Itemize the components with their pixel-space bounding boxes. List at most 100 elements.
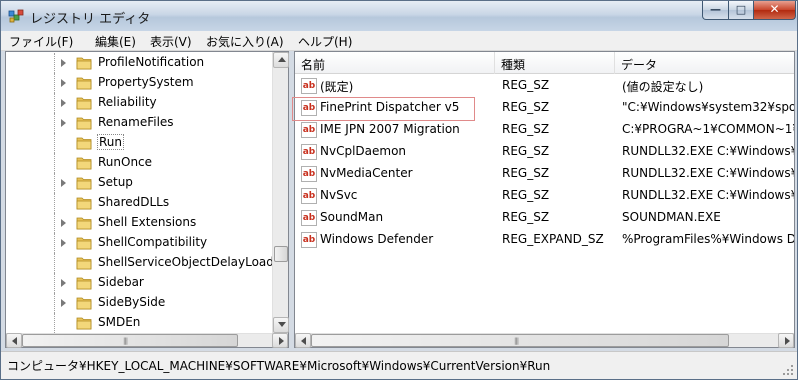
tree-item[interactable]: SMDEn	[6, 313, 272, 333]
tree-guide-line	[54, 313, 55, 333]
tree-item[interactable]: SharedDLLs	[6, 193, 272, 213]
string-value-icon: ab	[301, 122, 317, 138]
list-row[interactable]: ab Windows Defender REG_EXPAND_SZ %ProgramF…	[295, 229, 794, 251]
tree-horizontal-scroll-thumb[interactable]: |||	[22, 334, 238, 347]
list-horizontal-scrollbar[interactable]: |||	[295, 333, 794, 348]
folder-icon	[76, 177, 92, 190]
tree-item[interactable]: SideBySide	[6, 293, 272, 313]
list-row[interactable]: ab FinePrint Dispatcher v5 REG_SZ "C:¥Windo…	[292, 97, 794, 121]
value-data: (値の設定なし)	[622, 80, 704, 94]
list-row[interactable]: ab SoundMan REG_SZ SOUNDMAN.EXE	[295, 207, 794, 229]
list-scroll-right-button[interactable]	[778, 333, 794, 348]
value-name: NvCplDaemon	[320, 144, 407, 158]
maximize-icon: □	[735, 3, 747, 16]
chevron-left-icon	[12, 337, 17, 345]
key-tree-pane[interactable]: ProfileNotification PropertySystem Reliabi…	[5, 51, 289, 348]
grip-icon: |||	[123, 337, 128, 345]
title-bar[interactable]: レジストリ エディタ — □ ✕	[1, 1, 797, 31]
tree-item[interactable]: Run	[6, 133, 272, 153]
minimize-icon: —	[710, 3, 721, 16]
menu-favorites[interactable]: お気に入り(A)	[206, 33, 284, 50]
expand-arrow-icon[interactable]	[61, 179, 66, 187]
value-name: IME JPN 2007 Migration	[320, 122, 460, 136]
value-data: SOUNDMAN.EXE	[622, 210, 721, 224]
tree-guide-line	[54, 53, 55, 73]
tree-item-label: Sidebar	[98, 275, 144, 289]
folder-icon	[76, 197, 92, 210]
chevron-up-icon	[278, 57, 286, 62]
tree-item[interactable]: Reliability	[6, 93, 272, 113]
chevron-right-icon	[785, 337, 790, 345]
expand-arrow-icon[interactable]	[61, 79, 66, 87]
list-horizontal-scroll-thumb[interactable]: |||	[311, 334, 729, 347]
expand-arrow-icon[interactable]	[61, 279, 66, 287]
list-row[interactable]: ab NvMediaCenter REG_SZ RUNDLL32.EXE C:¥Win…	[295, 163, 794, 185]
menu-bar: ファイル(F) 編集(E) 表示(V) お気に入り(A) ヘルプ(H)	[1, 31, 797, 51]
column-header-name[interactable]: 名前	[295, 52, 495, 74]
list-scroll-left-button[interactable]	[295, 333, 311, 348]
value-name: SoundMan	[320, 210, 384, 224]
tree-item[interactable]: RenameFiles	[6, 113, 272, 133]
tree-item-label: Run	[97, 134, 125, 150]
tree-scroll-right-button[interactable]	[272, 333, 288, 348]
tree-item[interactable]: ShellCompatibility	[6, 233, 272, 253]
folder-icon	[76, 297, 92, 310]
menu-help[interactable]: ヘルプ(H)	[298, 33, 352, 50]
tree-horizontal-scrollbar[interactable]: |||	[6, 333, 288, 348]
close-button[interactable]: ✕	[753, 1, 796, 20]
tree-item[interactable]: Shell Extensions	[6, 213, 272, 233]
expand-arrow-icon[interactable]	[61, 299, 66, 307]
status-bar: コンピュータ¥HKEY_LOCAL_MACHINE¥SOFTWARE¥Micro…	[1, 351, 797, 379]
tree-vertical-scrollbar[interactable]	[272, 52, 289, 333]
string-value-icon: ab	[301, 166, 317, 182]
value-type: REG_SZ	[502, 78, 550, 92]
tree-scroll-left-button[interactable]	[6, 333, 22, 348]
size-grip-icon[interactable]	[782, 364, 794, 376]
string-value-icon: ab	[301, 144, 317, 160]
tree-item[interactable]: RunOnce	[6, 153, 272, 173]
value-data: RUNDLL32.EXE C:¥Windows¥s	[622, 166, 794, 180]
registry-editor-window: レジストリ エディタ — □ ✕ ファイル(F) 編集(E) 表示(V) お気に…	[0, 0, 798, 380]
list-row[interactable]: ab NvCplDaemon REG_SZ RUNDLL32.EXE C:¥Windo…	[295, 141, 794, 163]
values-list-pane[interactable]: 名前 種類 データ ab (既定) REG_SZ (値の設定なし) ab FinePrin…	[292, 51, 795, 348]
tree-vertical-scroll-thumb[interactable]	[274, 246, 288, 262]
expand-arrow-icon[interactable]	[61, 99, 66, 107]
tree-item[interactable]: Setup	[6, 173, 272, 193]
value-type: REG_SZ	[502, 210, 550, 224]
column-header-type[interactable]: 種類	[495, 52, 615, 74]
tree-item[interactable]: ProfileNotification	[6, 53, 272, 73]
expand-arrow-icon[interactable]	[61, 59, 66, 67]
tree-item[interactable]: ShellServiceObjectDelayLoad	[6, 253, 272, 273]
tree-item[interactable]: Sidebar	[6, 273, 272, 293]
status-path: コンピュータ¥HKEY_LOCAL_MACHINE¥SOFTWARE¥Micro…	[7, 359, 551, 373]
tree-scroll-up-button[interactable]	[273, 52, 289, 68]
expand-arrow-icon[interactable]	[61, 119, 66, 127]
expand-arrow-icon[interactable]	[61, 219, 66, 227]
string-value-icon: ab	[301, 210, 317, 226]
folder-icon	[76, 137, 92, 150]
maximize-button[interactable]: □	[728, 1, 754, 20]
menu-edit[interactable]: 編集(E)	[95, 33, 136, 50]
tree-guide-line	[54, 153, 55, 173]
chevron-right-icon	[279, 337, 284, 345]
column-header-data[interactable]: データ	[615, 52, 794, 74]
list-row[interactable]: ab NvSvc REG_SZ RUNDLL32.EXE C:¥Windows¥s	[295, 185, 794, 207]
list-row[interactable]: ab (既定) REG_SZ (値の設定なし)	[295, 75, 794, 97]
list-row[interactable]: ab IME JPN 2007 Migration REG_SZ C:¥PROGRA~…	[295, 119, 794, 141]
grip-icon: |||	[514, 337, 519, 345]
tree-item-label: PropertySystem	[98, 75, 194, 89]
column-header-data-label: データ	[621, 58, 658, 72]
expand-arrow-icon[interactable]	[61, 239, 66, 247]
value-data: %ProgramFiles%¥Windows De	[622, 232, 794, 246]
tree-item[interactable]: PropertySystem	[6, 73, 272, 93]
list-header: 名前 種類 データ	[295, 52, 794, 74]
menu-file[interactable]: ファイル(F)	[9, 33, 73, 50]
tree-scroll-down-button[interactable]	[273, 317, 289, 333]
chevron-down-icon	[278, 322, 286, 327]
minimize-button[interactable]: —	[702, 1, 729, 20]
folder-icon	[76, 97, 92, 110]
value-type: REG_SZ	[502, 144, 550, 158]
registry-editor-icon	[8, 9, 24, 23]
tree-item-label: SMDEn	[98, 315, 141, 329]
menu-view[interactable]: 表示(V)	[150, 33, 192, 50]
